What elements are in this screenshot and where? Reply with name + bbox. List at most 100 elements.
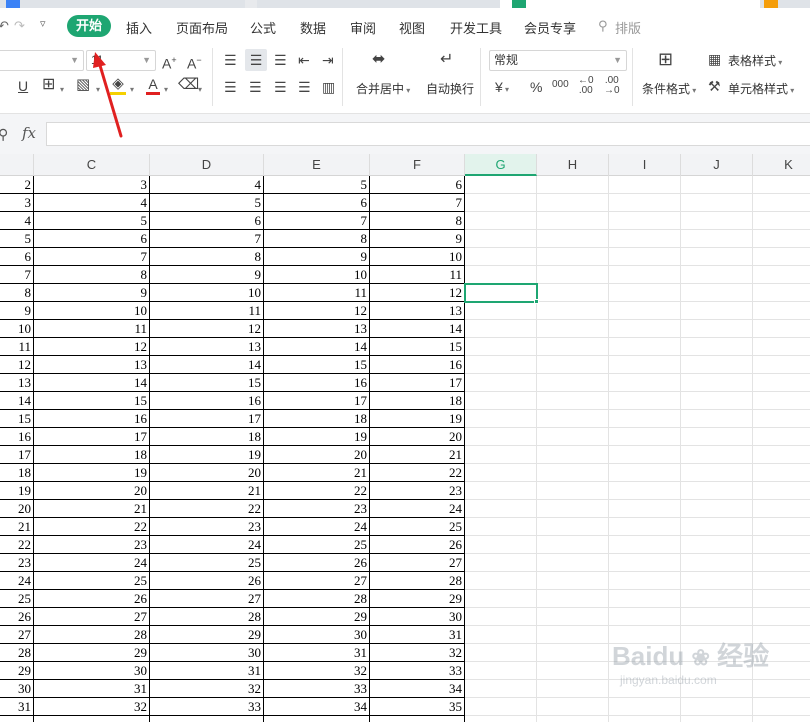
empty-cell[interactable]: [753, 536, 810, 554]
empty-cell[interactable]: [609, 320, 681, 338]
table-cell[interactable]: 11: [34, 320, 150, 338]
empty-cell[interactable]: [609, 176, 681, 194]
tab-fragment-3[interactable]: [500, 0, 760, 8]
empty-cell[interactable]: [609, 716, 681, 722]
align-top-icon[interactable]: ☰: [224, 52, 237, 68]
empty-cell[interactable]: [537, 320, 609, 338]
empty-cell[interactable]: [537, 680, 609, 698]
table-cell[interactable]: 8: [150, 248, 264, 266]
table-cell[interactable]: 24: [34, 554, 150, 572]
empty-cell[interactable]: [681, 176, 753, 194]
fill-handle[interactable]: [534, 299, 539, 304]
empty-cell[interactable]: [753, 572, 810, 590]
table-cell[interactable]: [34, 716, 150, 722]
table-cell[interactable]: 9: [34, 284, 150, 302]
quick-access-dropdown-icon[interactable]: ▿: [40, 17, 46, 30]
empty-cell[interactable]: [609, 302, 681, 320]
table-cell[interactable]: 33: [370, 662, 465, 680]
table-cell[interactable]: 6: [150, 212, 264, 230]
tab-fragment-1[interactable]: [6, 0, 20, 8]
table-cell[interactable]: 20: [0, 500, 34, 518]
empty-cell[interactable]: [465, 590, 537, 608]
align-left-icon[interactable]: ☰: [224, 79, 237, 95]
conditional-format-button[interactable]: 条件格式 ▾: [642, 80, 696, 97]
table-cell[interactable]: 31: [370, 626, 465, 644]
indent-increase-icon[interactable]: ⇥: [322, 52, 334, 68]
empty-cell[interactable]: [753, 356, 810, 374]
table-cell[interactable]: 15: [150, 374, 264, 392]
table-cell[interactable]: 14: [370, 320, 465, 338]
empty-cell[interactable]: [753, 518, 810, 536]
empty-cell[interactable]: [681, 554, 753, 572]
table-style-icon[interactable]: ▦: [708, 51, 721, 67]
empty-cell[interactable]: [465, 230, 537, 248]
thousands-button[interactable]: 000: [552, 77, 569, 93]
active-cell-selection[interactable]: [464, 283, 538, 303]
table-cell[interactable]: 5: [0, 230, 34, 248]
tab-fragment-2[interactable]: [245, 0, 257, 8]
table-cell[interactable]: 13: [150, 338, 264, 356]
percent-button[interactable]: %: [530, 79, 542, 95]
table-cell[interactable]: 32: [264, 662, 370, 680]
empty-cell[interactable]: [681, 482, 753, 500]
empty-cell[interactable]: [465, 392, 537, 410]
table-cell[interactable]: 25: [150, 554, 264, 572]
column-header-e[interactable]: E: [264, 154, 370, 176]
table-cell[interactable]: 27: [0, 626, 34, 644]
empty-cell[interactable]: [681, 716, 753, 722]
table-cell[interactable]: 9: [0, 302, 34, 320]
empty-cell[interactable]: [537, 230, 609, 248]
table-cell[interactable]: 13: [0, 374, 34, 392]
empty-cell[interactable]: [537, 626, 609, 644]
distributed-align-icon[interactable]: ▥: [322, 79, 335, 95]
empty-cell[interactable]: [465, 716, 537, 722]
table-cell[interactable]: 6: [34, 230, 150, 248]
table-cell[interactable]: 30: [370, 608, 465, 626]
table-cell[interactable]: 32: [370, 644, 465, 662]
table-style-button[interactable]: 表格样式 ▾: [728, 52, 782, 69]
empty-cell[interactable]: [753, 212, 810, 230]
empty-cell[interactable]: [537, 536, 609, 554]
indent-decrease-icon[interactable]: ⇤: [298, 52, 310, 68]
search-icon[interactable]: ⚲: [598, 18, 608, 34]
empty-cell[interactable]: [465, 626, 537, 644]
empty-cell[interactable]: [465, 500, 537, 518]
table-cell[interactable]: 17: [0, 446, 34, 464]
empty-cell[interactable]: [537, 428, 609, 446]
table-cell[interactable]: 11: [0, 338, 34, 356]
column-header-d[interactable]: D: [150, 154, 264, 176]
border-icon[interactable]: ⊞: [42, 77, 55, 93]
table-cell[interactable]: 32: [150, 680, 264, 698]
empty-cell[interactable]: [537, 590, 609, 608]
table-cell[interactable]: 26: [34, 590, 150, 608]
empty-cell[interactable]: [609, 230, 681, 248]
underline-icon[interactable]: U: [18, 78, 28, 94]
table-cell[interactable]: 28: [34, 626, 150, 644]
empty-cell[interactable]: [681, 428, 753, 446]
merge-center-button[interactable]: 合并居中 ▾: [356, 80, 410, 97]
table-cell[interactable]: 6: [0, 248, 34, 266]
empty-cell[interactable]: [465, 554, 537, 572]
empty-cell[interactable]: [537, 374, 609, 392]
menu-item-insert[interactable]: 插入: [126, 18, 152, 37]
menu-item-member[interactable]: 会员专享: [524, 18, 576, 37]
empty-cell[interactable]: [753, 716, 810, 722]
font-color-icon[interactable]: A: [146, 76, 160, 95]
table-cell[interactable]: 34: [370, 680, 465, 698]
empty-cell[interactable]: [681, 284, 753, 302]
empty-cell[interactable]: [681, 446, 753, 464]
table-cell[interactable]: 16: [370, 356, 465, 374]
table-cell[interactable]: 5: [34, 212, 150, 230]
empty-cell[interactable]: [537, 554, 609, 572]
empty-cell[interactable]: [465, 338, 537, 356]
table-cell[interactable]: 7: [264, 212, 370, 230]
empty-cell[interactable]: [465, 356, 537, 374]
table-cell[interactable]: 30: [150, 644, 264, 662]
table-cell[interactable]: 27: [34, 608, 150, 626]
table-cell[interactable]: 27: [150, 590, 264, 608]
empty-cell[interactable]: [537, 572, 609, 590]
table-cell[interactable]: 7: [370, 194, 465, 212]
empty-cell[interactable]: [537, 464, 609, 482]
table-cell[interactable]: 15: [34, 392, 150, 410]
table-cell[interactable]: 28: [370, 572, 465, 590]
